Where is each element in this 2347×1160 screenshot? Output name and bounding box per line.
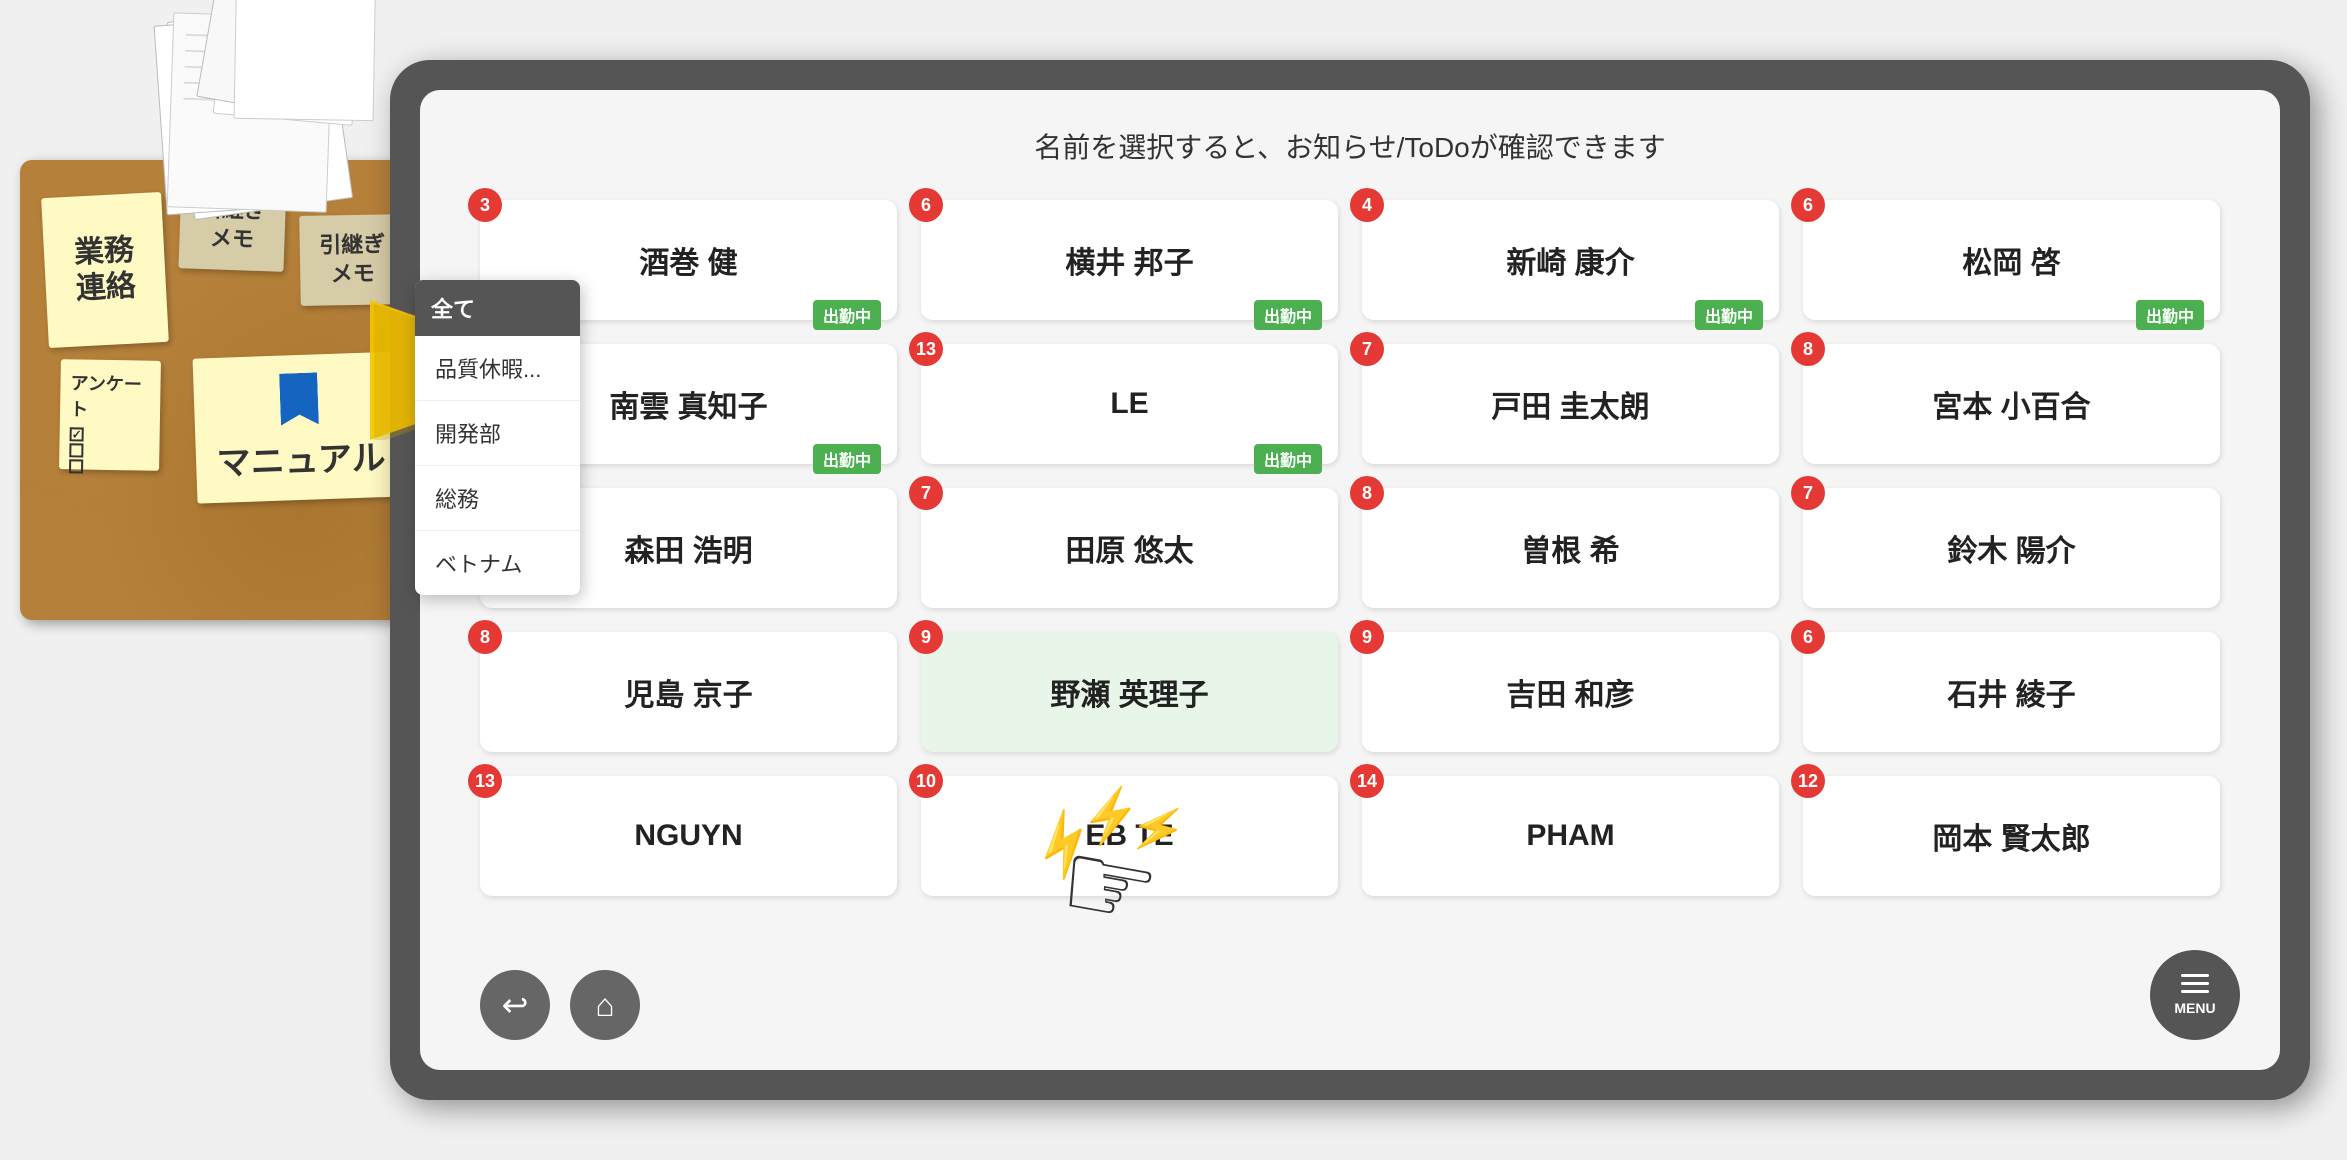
person-name-5: LE: [1110, 387, 1148, 421]
dropdown-menu: 全て 品質休暇... 開発部 総務 ベトナム: [415, 280, 580, 595]
checkbox-2: [69, 443, 83, 457]
person-name-18: PHAM: [1526, 819, 1614, 853]
dropdown-header: 全て: [415, 280, 580, 336]
person-name-17: EB TE: [1085, 819, 1173, 853]
person-card-6[interactable]: 7 戸田 圭太朗: [1362, 344, 1779, 464]
person-card-19[interactable]: 12 岡本 賢太郎: [1803, 776, 2220, 896]
menu-lines: [2181, 974, 2209, 993]
dropdown-item-3[interactable]: ベトナム: [415, 531, 580, 595]
badge-18: 14: [1350, 764, 1384, 798]
badge-12: 8: [468, 620, 502, 654]
badge-11: 7: [1791, 476, 1825, 510]
status-badge-4: 出勤中: [813, 444, 881, 474]
badge-10: 8: [1350, 476, 1384, 510]
person-name-3: 松岡 啓: [1962, 238, 2060, 282]
badge-3: 6: [1791, 188, 1825, 222]
note-anketo: アンケート: [59, 359, 161, 471]
tablet-screen: 名前を選択すると、お知らせ/ToDoが確認できます 3 酒巻 健 出勤中 6 横…: [420, 90, 2280, 1070]
person-name-16: NGUYN: [634, 819, 742, 853]
bottom-nav: ↩ ⌂: [480, 970, 640, 1040]
menu-line-3: [2181, 990, 2209, 993]
person-name-8: 森田 浩明: [624, 526, 752, 570]
person-name-14: 吉田 和彦: [1506, 670, 1634, 714]
person-card-3[interactable]: 6 松岡 啓 出勤中: [1803, 200, 2220, 320]
menu-line-1: [2181, 974, 2209, 977]
menu-label: MENU: [2174, 1000, 2215, 1016]
corkboard: 業務 連絡 引継ぎ メモ 引継ぎ メモ アンケート マニュアル: [20, 160, 420, 620]
menu-line-2: [2181, 982, 2209, 985]
person-card-12[interactable]: 8 児島 京子: [480, 632, 897, 752]
checkbox-1: [70, 427, 84, 441]
note-gyomurenraku: 業務 連絡: [41, 192, 169, 348]
person-name-12: 児島 京子: [624, 670, 752, 714]
person-card-2[interactable]: 4 新崎 康介 出勤中: [1362, 200, 1779, 320]
person-card-7[interactable]: 8 宮本 小百合: [1803, 344, 2220, 464]
badge-2: 4: [1350, 188, 1384, 222]
person-card-9[interactable]: 7 田原 悠太: [921, 488, 1338, 608]
person-name-10: 曽根 希: [1521, 526, 1619, 570]
badge-19: 12: [1791, 764, 1825, 798]
tablet: 名前を選択すると、お知らせ/ToDoが確認できます 3 酒巻 健 出勤中 6 横…: [390, 60, 2310, 1100]
badge-5: 13: [909, 332, 943, 366]
dropdown-item-2[interactable]: 総務: [415, 466, 580, 531]
manual-bookmark-icon: [279, 372, 319, 425]
person-name-1: 横井 邦子: [1065, 238, 1193, 282]
home-icon: ⌂: [595, 987, 614, 1024]
badge-7: 8: [1791, 332, 1825, 366]
instruction-text: 名前を選択すると、お知らせ/ToDoが確認できます: [420, 90, 2280, 190]
dropdown-item-1[interactable]: 開発部: [415, 401, 580, 466]
name-grid: 3 酒巻 健 出勤中 6 横井 邦子 出勤中 4 新崎 康介 出勤中 6 松岡 …: [420, 200, 2280, 896]
person-card-15[interactable]: 6 石井 綾子: [1803, 632, 2220, 752]
person-card-5[interactable]: 13 LE 出勤中: [921, 344, 1338, 464]
back-button[interactable]: ↩: [480, 970, 550, 1040]
person-name-6: 戸田 圭太朗: [1491, 382, 1649, 426]
person-card-11[interactable]: 7 鈴木 陽介: [1803, 488, 2220, 608]
home-button[interactable]: ⌂: [570, 970, 640, 1040]
status-badge-1: 出勤中: [1254, 300, 1322, 330]
dropdown-item-0[interactable]: 品質休暇...: [415, 336, 580, 401]
badge-6: 7: [1350, 332, 1384, 366]
anketo-line-2: [69, 443, 83, 457]
paper-sheet-6: [234, 0, 377, 121]
badge-15: 6: [1791, 620, 1825, 654]
person-card-18[interactable]: 14 PHAM: [1362, 776, 1779, 896]
person-card-14[interactable]: 9 吉田 和彦: [1362, 632, 1779, 752]
badge-13: 9: [909, 620, 943, 654]
menu-button[interactable]: MENU: [2150, 950, 2240, 1040]
person-card-17[interactable]: 10 EB TE: [921, 776, 1338, 896]
person-name-15: 石井 綾子: [1947, 670, 2075, 714]
status-badge-0: 出勤中: [813, 300, 881, 330]
status-badge-5: 出勤中: [1254, 444, 1322, 474]
badge-0: 3: [468, 188, 502, 222]
checkbox-3: [69, 459, 83, 473]
badge-9: 7: [909, 476, 943, 510]
person-card-16[interactable]: 13 NGUYN: [480, 776, 897, 896]
person-name-11: 鈴木 陽介: [1947, 526, 2075, 570]
person-name-7: 宮本 小百合: [1932, 382, 2090, 426]
person-name-9: 田原 悠太: [1065, 526, 1193, 570]
anketo-label: アンケート: [70, 369, 151, 422]
anketo-lines: [69, 425, 84, 475]
status-badge-3: 出勤中: [2136, 300, 2204, 330]
anketo-line-1: [70, 427, 84, 441]
anketo-line-3: [69, 459, 83, 473]
badge-16: 13: [468, 764, 502, 798]
person-name-4: 南雲 真知子: [609, 382, 767, 426]
person-name-0: 酒巻 健: [639, 238, 737, 282]
badge-1: 6: [909, 188, 943, 222]
person-card-10[interactable]: 8 曽根 希: [1362, 488, 1779, 608]
badge-14: 9: [1350, 620, 1384, 654]
person-card-13[interactable]: 9 野瀬 英理子: [921, 632, 1338, 752]
papers-stack: [120, 10, 400, 210]
status-badge-2: 出勤中: [1695, 300, 1763, 330]
person-name-19: 岡本 賢太郎: [1932, 814, 2090, 858]
person-card-1[interactable]: 6 横井 邦子 出勤中: [921, 200, 1338, 320]
back-icon: ↩: [502, 986, 529, 1024]
person-name-2: 新崎 康介: [1506, 238, 1634, 282]
badge-17: 10: [909, 764, 943, 798]
person-name-13: 野瀬 英理子: [1050, 670, 1208, 714]
